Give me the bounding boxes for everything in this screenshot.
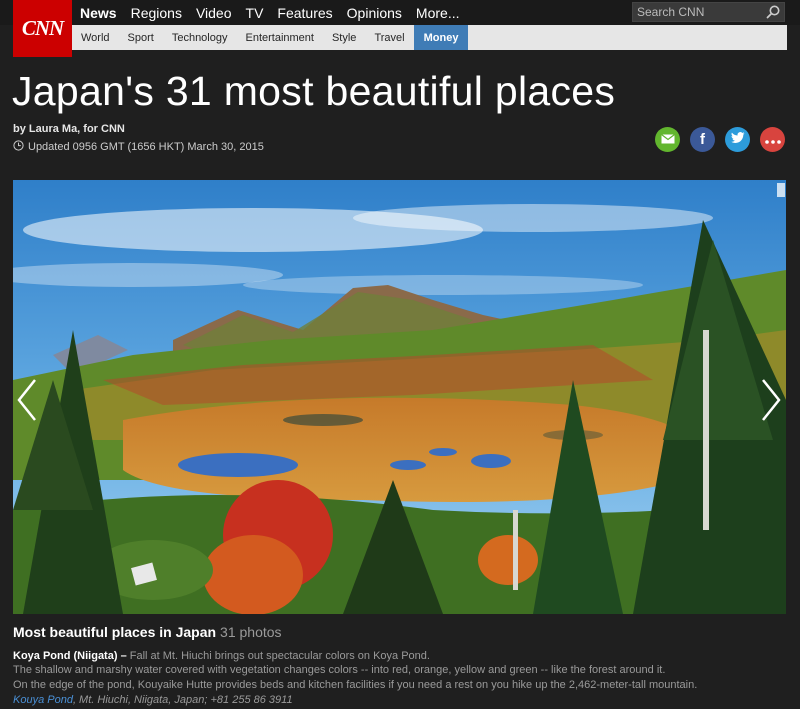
updated-timestamp: Updated 0956 GMT (1656 HKT) March 30, 20… xyxy=(13,140,264,154)
gallery-photo-count: 31 photos xyxy=(220,624,282,640)
gallery-prev-button[interactable] xyxy=(13,375,43,425)
nav-news[interactable]: News xyxy=(80,5,117,21)
caption-line-2: The shallow and marshy water covered wit… xyxy=(13,664,666,676)
nav-video[interactable]: Video xyxy=(196,5,232,21)
page-title: Japan's 31 most beautiful places xyxy=(12,68,616,114)
subnav-technology[interactable]: Technology xyxy=(163,25,237,50)
gallery-photo xyxy=(13,180,786,614)
more-dots-icon xyxy=(764,131,781,149)
subnav-travel[interactable]: Travel xyxy=(365,25,413,50)
search-icon[interactable] xyxy=(766,5,780,24)
share-twitter-button[interactable] xyxy=(725,127,750,152)
share-more-button[interactable] xyxy=(760,127,785,152)
chevron-left-icon xyxy=(13,379,43,429)
nav-opinions[interactable]: Opinions xyxy=(347,5,402,21)
subnav-entertainment[interactable]: Entertainment xyxy=(236,25,322,50)
nav-regions[interactable]: Regions xyxy=(131,5,182,21)
caption-title: Koya Pond (Niigata) xyxy=(13,650,118,662)
caption-line-1: Koya Pond (Niigata) – Fall at Mt. Hiuchi… xyxy=(13,650,430,662)
byline: by Laura Ma, for CNN xyxy=(13,123,125,135)
clock-icon xyxy=(13,140,24,154)
location-link[interactable]: Kouya Pond xyxy=(13,694,73,706)
caption-line-3: On the edge of the pond, Kouyaike Hutte … xyxy=(13,679,698,691)
twitter-icon xyxy=(730,131,745,149)
search-input[interactable] xyxy=(637,5,762,19)
share-email-button[interactable] xyxy=(655,127,680,152)
gallery-title: Most beautiful places in Japan 31 photos xyxy=(13,624,282,640)
nav-tv[interactable]: TV xyxy=(246,5,264,21)
caption-location: Kouya Pond, Mt. Hiuchi, Niigata, Japan; … xyxy=(13,694,293,706)
subnav-world[interactable]: World xyxy=(72,25,119,50)
nav-more[interactable]: More... xyxy=(416,5,460,21)
share-facebook-button[interactable]: f xyxy=(690,127,715,152)
gallery-next-button[interactable] xyxy=(755,375,785,425)
envelope-icon xyxy=(660,131,675,149)
sub-nav: World Sport Technology Entertainment Sty… xyxy=(72,25,787,50)
chevron-right-icon xyxy=(755,379,785,429)
search-box xyxy=(632,2,785,22)
gallery-title-text: Most beautiful places in Japan xyxy=(13,624,217,640)
photo-credit-tab xyxy=(777,183,785,197)
nav-features[interactable]: Features xyxy=(277,5,332,21)
facebook-icon: f xyxy=(700,131,705,148)
subnav-money[interactable]: Money xyxy=(413,25,469,50)
subnav-sport[interactable]: Sport xyxy=(119,25,163,50)
subnav-style[interactable]: Style xyxy=(323,25,365,50)
main-nav: News Regions Video TV Features Opinions … xyxy=(80,0,474,25)
cnn-logo[interactable]: CNN xyxy=(13,0,72,57)
updated-text: Updated 0956 GMT (1656 HKT) March 30, 20… xyxy=(28,141,264,153)
